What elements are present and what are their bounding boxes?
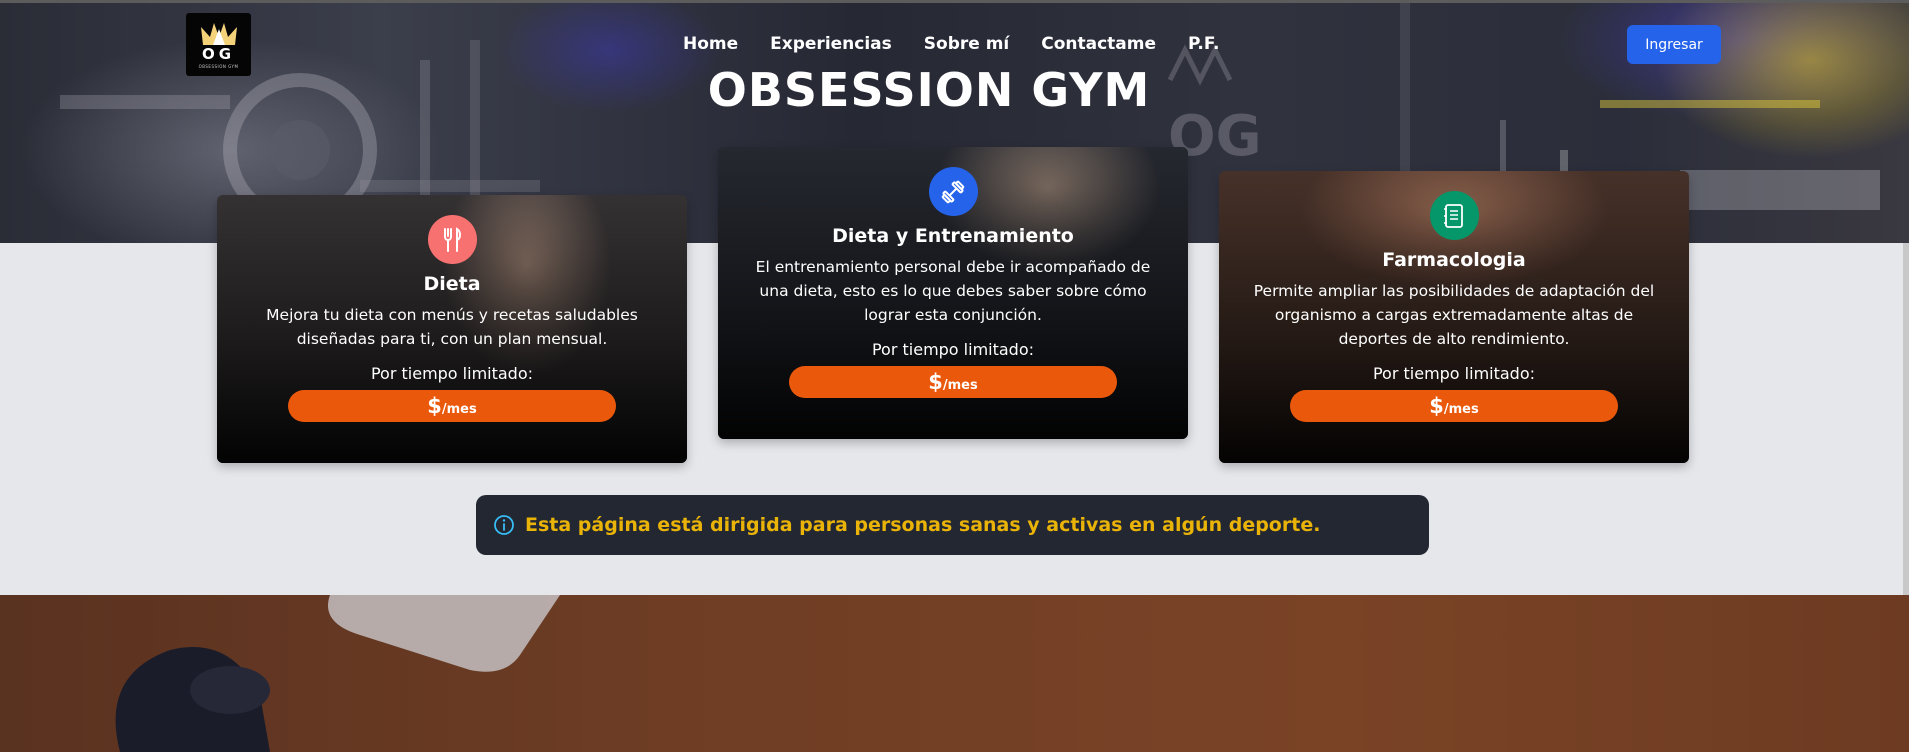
price-currency: $ <box>928 370 943 394</box>
card-title: Dieta <box>423 273 481 295</box>
nav-pf[interactable]: P.F. <box>1188 34 1219 54</box>
price-button[interactable]: $ /mes <box>789 366 1117 398</box>
crown-icon <box>200 22 237 45</box>
alert-text: Esta página está dirigida para personas … <box>525 514 1321 536</box>
card-title: Farmacologia <box>1382 249 1526 271</box>
nav-contactame[interactable]: Contactame <box>1041 34 1156 54</box>
card-limited-label: Por tiempo limitado: <box>871 340 1035 359</box>
info-alert: Esta página está dirigida para personas … <box>476 495 1429 555</box>
price-period: /mes <box>1443 401 1479 417</box>
price-period: /mes <box>441 401 477 417</box>
fork-knife-icon <box>427 215 477 264</box>
fitness-background-illustration <box>115 595 560 752</box>
card-title: Dieta y Entrenamiento <box>832 225 1074 247</box>
card-limited-label: Por tiempo limitado: <box>370 364 534 383</box>
price-currency: $ <box>1429 394 1444 418</box>
nav-sobre-mi[interactable]: Sobre mí <box>924 34 1009 54</box>
card-dieta-entrenamiento: Dieta y Entrenamiento El entrenamiento p… <box>718 147 1188 439</box>
price-period: /mes <box>942 377 978 393</box>
card-description: El entrenamiento personal debe ir acompa… <box>755 258 1151 324</box>
main-navigation: Home Experiencias Sobre mí Contactame P.… <box>683 34 1219 54</box>
page-scrollbar[interactable] <box>1903 243 1909 595</box>
card-limited-label: Por tiempo limitado: <box>1372 364 1536 383</box>
notebook-icon <box>1429 191 1479 240</box>
login-button[interactable]: Ingresar <box>1627 25 1721 64</box>
bottom-section <box>0 595 1909 752</box>
info-icon <box>494 515 514 535</box>
page-title: OBSESSION GYM <box>707 63 1151 117</box>
card-description: Permite ampliar las posibilidades de ada… <box>1253 282 1655 348</box>
price-button[interactable]: $ /mes <box>1290 390 1618 422</box>
nav-experiencias[interactable]: Experiencias <box>770 34 892 54</box>
logo-text: OG <box>201 44 236 63</box>
card-description: Mejora tu dieta con menús y recetas salu… <box>266 306 638 348</box>
dumbbell-icon <box>928 167 978 216</box>
top-border <box>0 0 1909 3</box>
nav-home[interactable]: Home <box>683 34 738 54</box>
card-dieta: Dieta Mejora tu dieta con menús y receta… <box>217 195 687 463</box>
card-farmacologia: Farmacologia Permite ampliar las posibil… <box>1219 171 1689 463</box>
price-currency: $ <box>427 394 442 418</box>
price-button[interactable]: $ /mes <box>288 390 616 422</box>
